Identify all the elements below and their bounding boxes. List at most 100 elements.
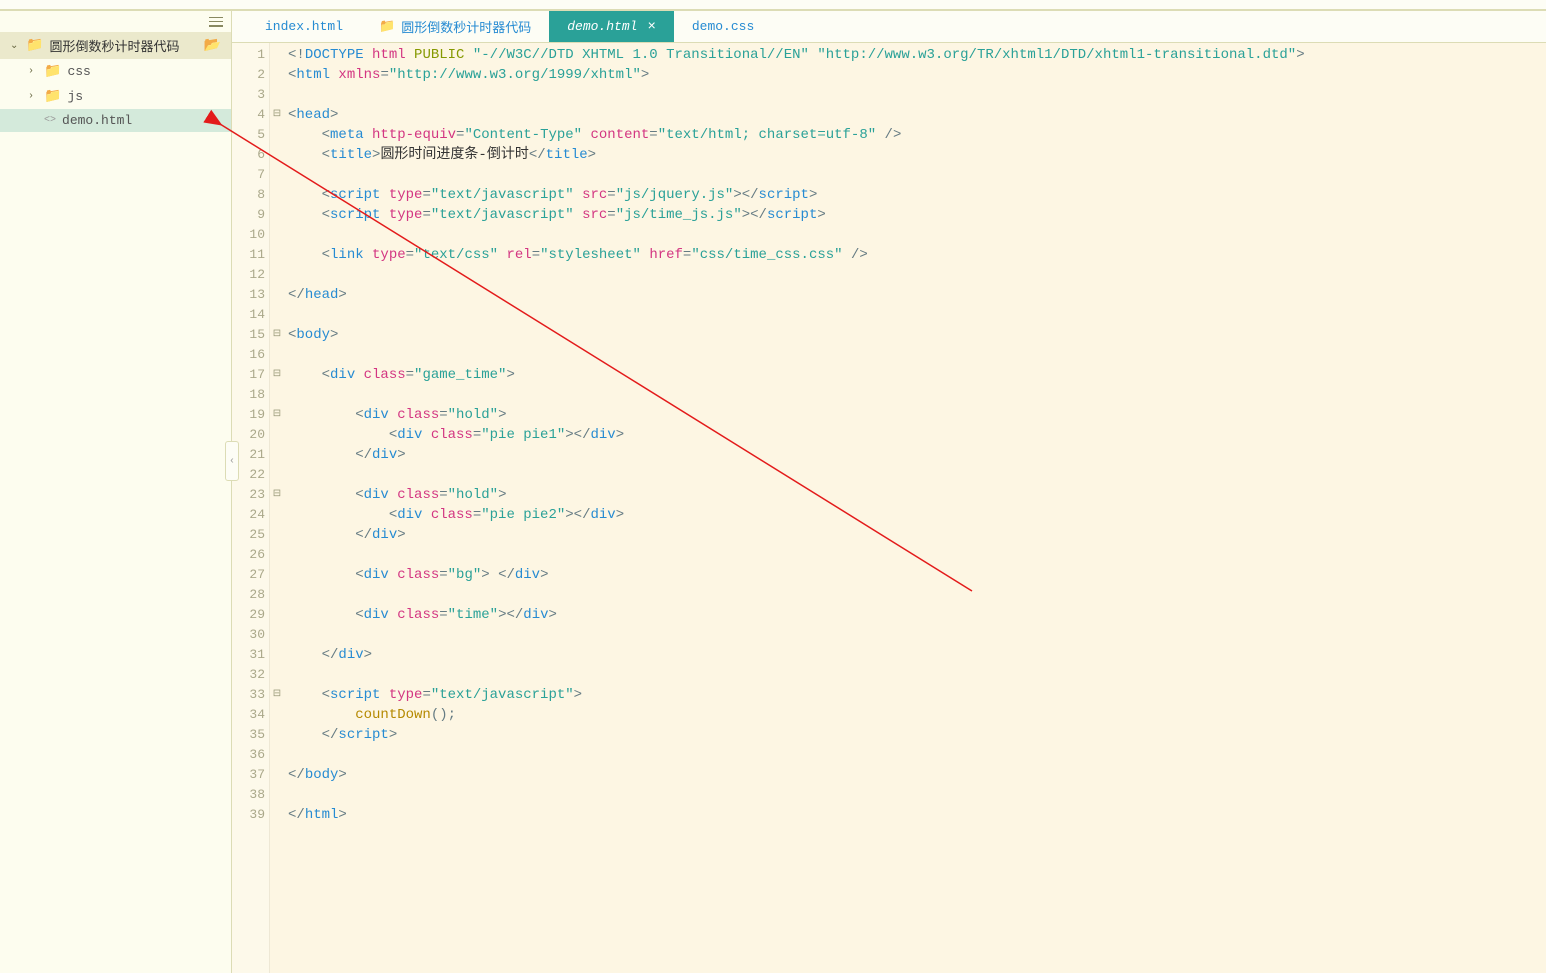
line-number: 10 [232,225,265,245]
folder-icon: 📁 [26,37,43,54]
fold-toggle-icon[interactable]: ⊟ [273,109,281,120]
line-number: 3 [232,85,265,105]
sidebar-item-label: css [67,64,90,79]
code-line[interactable]: </script> [288,725,1546,745]
code-line[interactable] [288,225,1546,245]
code-line[interactable] [288,545,1546,565]
code-line[interactable]: <script type="text/javascript"> [288,685,1546,705]
fold-toggle-icon[interactable]: ⊟ [273,689,281,700]
code-line[interactable]: <link type="text/css" rel="stylesheet" h… [288,245,1546,265]
sidebar-item-css[interactable]: › 📁 css [0,59,231,84]
code-line[interactable] [288,385,1546,405]
code-content[interactable]: <!DOCTYPE html PUBLIC "-//W3C//DTD XHTML… [284,43,1546,973]
line-number: 27 [232,565,265,585]
code-line[interactable]: countDown(); [288,705,1546,725]
line-number: 4 [232,105,265,125]
code-line[interactable]: <div class="pie pie1"></div> [288,425,1546,445]
code-line[interactable] [288,305,1546,325]
folder-icon: 📁 [44,63,61,80]
sidebar-item-js[interactable]: › 📁 js [0,84,231,109]
sidebar-collapse-handle[interactable]: ‹ [225,441,239,481]
code-line[interactable]: <div class="hold"> [288,405,1546,425]
line-number: 14 [232,305,265,325]
line-number: 29 [232,605,265,625]
line-number: 17 [232,365,265,385]
code-line[interactable]: <script type="text/javascript" src="js/t… [288,205,1546,225]
root-folder[interactable]: ⌄ 📁 圆形倒数秒计时器代码 📂 [0,32,231,59]
code-line[interactable] [288,165,1546,185]
line-number-gutter: 1234567891011121314151617181920212223242… [232,43,270,973]
code-line[interactable] [288,745,1546,765]
line-number: 30 [232,625,265,645]
folder-icon: 📁 [44,88,61,105]
code-line[interactable]: <div class="hold"> [288,485,1546,505]
line-number: 24 [232,505,265,525]
fold-gutter[interactable]: ⊟ ⊟ ⊟ ⊟ ⊟ ⊟ [270,43,284,973]
sidebar-item-demo-html[interactable]: <> demo.html [0,109,231,132]
line-number: 13 [232,285,265,305]
line-number: 16 [232,345,265,365]
code-line[interactable] [288,345,1546,365]
folder-open-icon: 📂 [204,37,221,54]
code-line[interactable]: </head> [288,285,1546,305]
code-line[interactable]: <body> [288,325,1546,345]
code-editor[interactable]: 1234567891011121314151617181920212223242… [232,43,1546,973]
code-line[interactable]: </body> [288,765,1546,785]
line-number: 38 [232,785,265,805]
code-line[interactable] [288,585,1546,605]
code-line[interactable]: </div> [288,645,1546,665]
code-line[interactable]: <div class="game_time"> [288,365,1546,385]
line-number: 1 [232,45,265,65]
code-line[interactable] [288,785,1546,805]
code-line[interactable]: <head> [288,105,1546,125]
line-number: 37 [232,765,265,785]
line-number: 23 [232,485,265,505]
code-line[interactable] [288,665,1546,685]
line-number: 26 [232,545,265,565]
code-line[interactable]: </html> [288,805,1546,825]
code-line[interactable]: <!DOCTYPE html PUBLIC "-//W3C//DTD XHTML… [288,45,1546,65]
line-number: 36 [232,745,265,765]
line-number: 11 [232,245,265,265]
line-number: 34 [232,705,265,725]
menu-icon[interactable] [209,17,223,27]
tab-folder[interactable]: 📁 圆形倒数秒计时器代码 [361,11,549,42]
code-line[interactable] [288,625,1546,645]
fold-toggle-icon[interactable]: ⊟ [273,329,281,340]
chevron-right-icon: › [28,66,38,77]
code-line[interactable]: <meta http-equiv="Content-Type" content=… [288,125,1546,145]
code-line[interactable]: <title>圆形时间进度条-倒计时</title> [288,145,1546,165]
tab-index-html[interactable]: index.html [247,11,361,42]
tab-demo-html[interactable]: demo.html × [549,11,674,42]
line-number: 12 [232,265,265,285]
line-number: 25 [232,525,265,545]
line-number: 18 [232,385,265,405]
line-number: 28 [232,585,265,605]
fold-toggle-icon[interactable]: ⊟ [273,369,281,380]
code-line[interactable]: </div> [288,445,1546,465]
sidebar-item-label: js [67,89,83,104]
line-number: 35 [232,725,265,745]
code-line[interactable]: </div> [288,525,1546,545]
close-icon[interactable]: × [647,19,655,35]
line-number: 6 [232,145,265,165]
fold-toggle-icon[interactable]: ⊟ [273,409,281,420]
tab-label: demo.html [567,19,637,34]
root-folder-label: 圆形倒数秒计时器代码 [49,36,179,55]
code-line[interactable]: <div class="bg"> </div> [288,565,1546,585]
line-number: 5 [232,125,265,145]
code-line[interactable] [288,85,1546,105]
code-line[interactable]: <div class="time"></div> [288,605,1546,625]
code-line[interactable]: <div class="pie pie2"></div> [288,505,1546,525]
code-line[interactable]: <html xmlns="http://www.w3.org/1999/xhtm… [288,65,1546,85]
sidebar-header [0,11,231,32]
line-number: 33 [232,685,265,705]
fold-toggle-icon[interactable]: ⊟ [273,489,281,500]
code-line[interactable] [288,265,1546,285]
line-number: 9 [232,205,265,225]
editor-area: ‹ index.html 📁 圆形倒数秒计时器代码 demo.html × de… [232,11,1546,973]
code-line[interactable]: <script type="text/javascript" src="js/j… [288,185,1546,205]
code-line[interactable] [288,465,1546,485]
line-number: 2 [232,65,265,85]
tab-demo-css[interactable]: demo.css [674,11,772,42]
